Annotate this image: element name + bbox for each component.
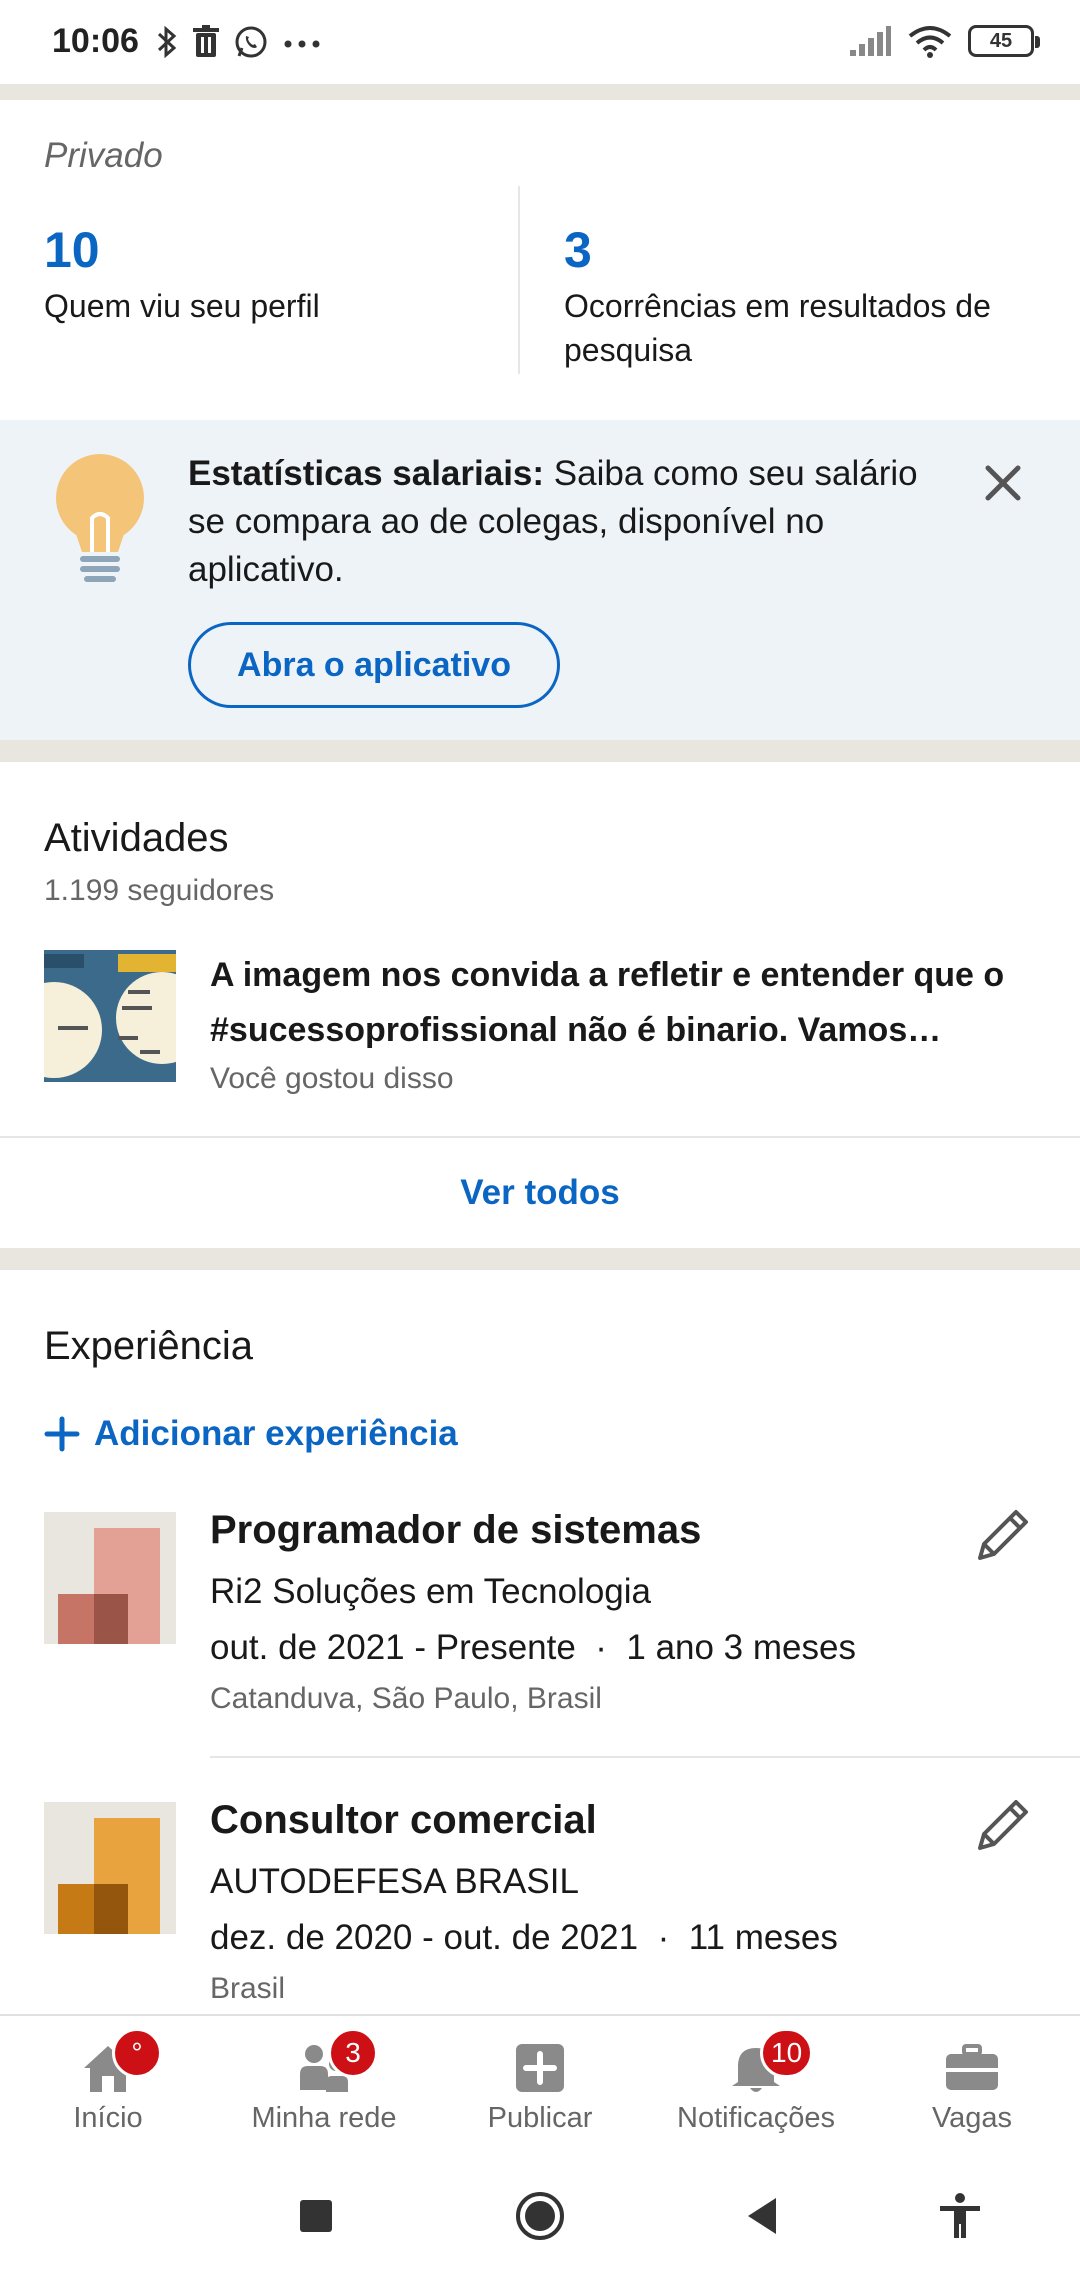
post-image: [44, 950, 176, 1082]
divider: [0, 740, 1080, 762]
job-dates: out. de 2021 - Presente: [210, 1628, 576, 1667]
job-location: Catanduva, São Paulo, Brasil: [210, 1682, 602, 1715]
status-time: 10:06: [52, 22, 139, 60]
see-all-activities-link[interactable]: Ver todos: [0, 1138, 1080, 1248]
divider: [0, 1248, 1080, 1270]
job-dates: dez. de 2020 - out. de 2021: [210, 1918, 639, 1957]
search-appearances-label: Ocorrências em resultados de pesquisa: [564, 288, 991, 368]
more-icon: [284, 40, 320, 48]
job-title[interactable]: Consultor comercial: [210, 1798, 597, 1843]
salary-insights-text: Estatísticas salariais: Saiba como seu s…: [188, 450, 948, 594]
job-company: AUTODEFESA BRASIL: [210, 1862, 579, 1901]
stat-separator: [518, 186, 520, 374]
status-icons-right: 45: [848, 24, 1040, 58]
profile-views-stat[interactable]: 10 Quem viu seu perfil: [44, 220, 494, 328]
followers-count: 1.199 seguidores: [44, 874, 275, 907]
open-app-button[interactable]: Abra o aplicativo: [188, 622, 560, 708]
nav-notifications-label: Notificações: [677, 2102, 835, 2134]
home-button-icon[interactable]: [512, 2188, 568, 2244]
nav-post[interactable]: Publicar: [432, 2016, 648, 2152]
system-navigation-bar: [0, 2152, 1080, 2280]
lightbulb-icon: [56, 454, 144, 582]
post-reaction-note: Você gostou disso: [210, 1062, 454, 1095]
nav-home[interactable]: ° Início: [0, 2016, 216, 2152]
divider: [210, 1756, 1080, 1758]
signal-icon: [850, 26, 891, 56]
edit-pencil-icon[interactable]: [972, 1794, 1034, 1856]
search-appearances-count: 3: [564, 222, 592, 278]
nav-notifications[interactable]: 10 Notificações: [648, 2016, 864, 2152]
post-text[interactable]: A imagem nos convida a refletir e entend…: [210, 948, 1030, 1058]
recent-apps-icon[interactable]: [288, 2188, 344, 2244]
profile-views-label: Quem viu seu perfil: [44, 288, 320, 324]
job-duration: 11 meses: [688, 1918, 838, 1957]
search-appearances-stat[interactable]: 3 Ocorrências em resultados de pesquisa: [564, 220, 1014, 372]
add-post-icon: [516, 2044, 564, 2092]
nav-jobs[interactable]: Vagas: [864, 2016, 1080, 2152]
job-duration: 1 ano 3 meses: [626, 1628, 856, 1667]
notification-badge: °: [112, 2028, 162, 2078]
close-icon[interactable]: [978, 458, 1028, 508]
nav-post-label: Publicar: [487, 2102, 593, 2134]
notification-badge: 10: [760, 2028, 814, 2078]
dot-separator: ·: [647, 1918, 689, 1957]
wifi-icon: [908, 26, 952, 58]
company-logo-autodefesa[interactable]: [44, 1802, 176, 1934]
accessibility-icon[interactable]: [932, 2188, 988, 2244]
bottom-navigation: ° Início 3 Minha rede Publicar 10 Notifi…: [0, 2014, 1080, 2150]
visibility-label: Privado: [44, 136, 163, 175]
job-location: Brasil: [210, 1972, 286, 2005]
edit-pencil-icon[interactable]: [972, 1504, 1034, 1566]
company-logo-image: [44, 1512, 176, 1644]
salary-insights-title: Estatísticas salariais:: [188, 454, 545, 493]
nav-my-network-label: Minha rede: [251, 2102, 397, 2134]
back-icon[interactable]: [736, 2188, 792, 2244]
add-experience-button[interactable]: Adicionar experiência: [44, 1414, 458, 1454]
job-title[interactable]: Programador de sistemas: [210, 1508, 701, 1553]
add-experience-label: Adicionar experiência: [94, 1414, 458, 1453]
nav-home-label: Início: [73, 2102, 143, 2134]
plus-icon: [44, 1416, 80, 1452]
status-bar: 10:06 45: [0, 0, 1080, 86]
briefcase-icon: [946, 2044, 998, 2090]
whatsapp-icon: [235, 26, 267, 58]
experience-title: Experiência: [44, 1324, 254, 1368]
job-dates-line: out. de 2021 - Presente · 1 ano 3 meses: [210, 1628, 856, 1668]
battery-level: 45: [989, 29, 1013, 52]
company-logo-image: [44, 1802, 176, 1934]
company-logo-ri2[interactable]: [44, 1512, 176, 1644]
divider: [0, 84, 1080, 100]
nav-my-network[interactable]: 3 Minha rede: [216, 2016, 432, 2152]
battery-icon: 45: [968, 25, 1040, 57]
notification-badge: 3: [328, 2028, 378, 2078]
post-thumbnail[interactable]: [44, 950, 176, 1082]
status-icons-left: [156, 24, 322, 60]
job-dates-line: dez. de 2020 - out. de 2021 · 11 meses: [210, 1918, 838, 1958]
job-company: Ri2 Soluções em Tecnologia: [210, 1572, 652, 1611]
dot-separator: ·: [585, 1628, 627, 1667]
activities-title: Atividades: [44, 816, 229, 860]
nav-jobs-label: Vagas: [931, 2102, 1013, 2134]
trash-icon: [193, 25, 219, 57]
profile-views-count: 10: [44, 222, 100, 278]
bluetooth-icon: [157, 25, 177, 59]
